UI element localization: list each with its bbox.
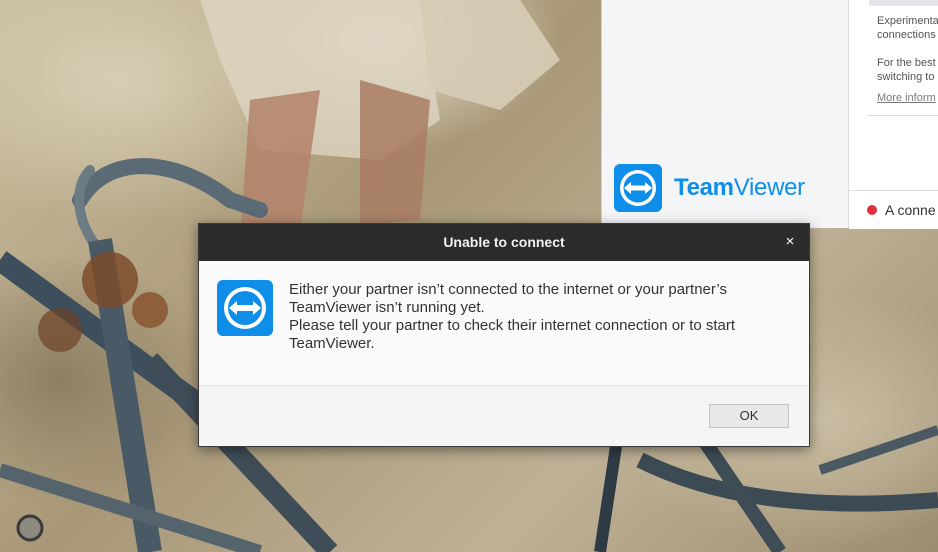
teamviewer-main-window: TeamViewer Experimenta connections For t… [601,0,938,229]
unable-to-connect-dialog: Unable to connect × Either your partner … [198,223,810,447]
ok-button[interactable]: OK [709,404,789,428]
best-text-line1: For the best [877,57,936,69]
message-line-3: Please tell your partner to check their … [289,317,736,334]
dialog-footer: OK [199,386,809,446]
teamviewer-logo-icon [614,164,662,212]
experimental-text-line2: connections [877,29,936,41]
more-information-link[interactable]: More inform [877,92,936,104]
close-icon[interactable]: × [781,233,799,251]
dialog-body: Either your partner isn’t connected to t… [199,261,809,386]
experimental-text-line1: Experimenta [877,15,938,27]
message-line-2: TeamViewer isn’t running yet. [289,299,485,316]
dialog-title: Unable to connect [443,234,565,250]
teamviewer-right-panel: Experimenta connections For the best swi… [849,0,938,229]
message-line-1: Either your partner isn’t connected to t… [289,281,728,298]
message-line-4: TeamViewer. [289,335,375,352]
best-text-line2: switching to [877,71,935,83]
dialog-titlebar[interactable]: Unable to connect × [199,224,809,261]
panel-top-bar [869,0,938,6]
teamviewer-logo-text: TeamViewer [674,174,805,201]
teamviewer-left-panel: TeamViewer [602,0,849,228]
divider [867,115,938,116]
status-text: A conne [885,202,936,218]
teamviewer-logo-icon [217,280,273,336]
status-dot-icon [867,205,877,215]
connection-status-bar: A conne [849,190,938,229]
dialog-message: Either your partner isn’t connected to t… [289,281,789,353]
